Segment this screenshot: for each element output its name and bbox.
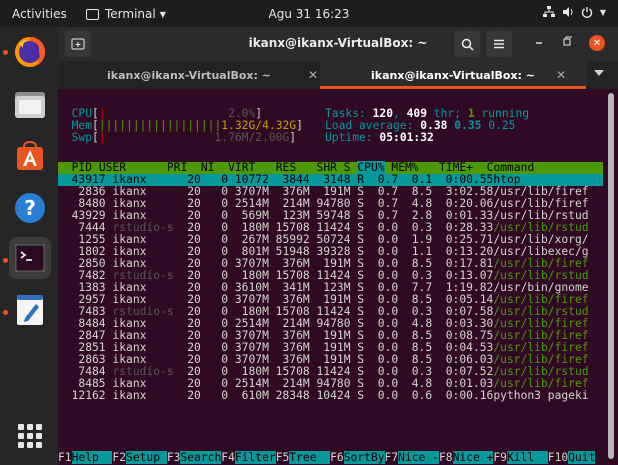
volume-icon bbox=[562, 7, 573, 17]
function-key-bar: F1Help F2Setup F3SearchF4FilterF5Tree F6… bbox=[58, 451, 596, 464]
clock-text: Agu 31 16:23 bbox=[268, 7, 350, 21]
scrollbar[interactable] bbox=[608, 93, 614, 459]
running-indicator bbox=[3, 310, 8, 315]
fkey-label[interactable]: Setup bbox=[126, 451, 167, 464]
dock: ? bbox=[0, 27, 58, 465]
fkey-label[interactable]: Nice - bbox=[398, 451, 439, 464]
fkey-f3[interactable]: F3 bbox=[167, 451, 181, 464]
running-indicator bbox=[3, 50, 8, 55]
tab-2[interactable]: ikanx@ikanx-VirtualBox: ~ ✕ bbox=[320, 61, 586, 89]
terminal-icon bbox=[15, 244, 45, 272]
folder-icon bbox=[15, 92, 45, 118]
show-applications-icon[interactable] bbox=[18, 424, 42, 448]
text-editor-launcher[interactable] bbox=[9, 289, 51, 331]
software-launcher[interactable] bbox=[9, 135, 51, 177]
fkey-label[interactable]: SortBy bbox=[343, 451, 385, 464]
firefox-launcher[interactable] bbox=[9, 31, 51, 73]
tab-label: ikanx@ikanx-VirtualBox: ~ bbox=[107, 69, 271, 82]
fkey-f7[interactable]: F7 bbox=[385, 451, 399, 464]
search-icon bbox=[461, 38, 474, 51]
tab-menu-chevron-icon[interactable] bbox=[594, 70, 604, 76]
cell-res: 28348 bbox=[268, 389, 310, 402]
restore-icon bbox=[563, 36, 572, 46]
fkey-f6[interactable]: F6 bbox=[330, 451, 344, 464]
fkey-label[interactable]: Tree bbox=[289, 451, 331, 464]
htop-terminal[interactable]: CPU[| 2.0%] Mem[||||||||||||||||||1.32G/… bbox=[58, 89, 606, 465]
uptime: Uptime: 05:01:32 bbox=[325, 131, 434, 144]
terminal-launcher[interactable] bbox=[9, 237, 51, 279]
cell-s: S bbox=[350, 389, 365, 402]
fkey-label[interactable]: Quit bbox=[568, 451, 596, 464]
cell-mem: 0.6 bbox=[398, 389, 433, 402]
search-button[interactable] bbox=[454, 31, 480, 57]
terminal-window: ikanx@ikanx-VirtualBox: ~ ✕ ikanx@ikanx-… bbox=[58, 27, 618, 465]
fkey-label[interactable]: Help bbox=[71, 451, 113, 464]
fkey-label[interactable]: Nice + bbox=[452, 451, 494, 464]
tab-label: ikanx@ikanx-VirtualBox: ~ bbox=[371, 69, 535, 82]
software-center-icon bbox=[17, 140, 43, 170]
cell-time: 0:00.16 bbox=[432, 389, 494, 402]
hamburger-icon bbox=[494, 39, 504, 49]
process-row[interactable]: 12162 ikanx 20 0 610M 28348 10424 S 0.0 … bbox=[58, 390, 595, 402]
system-tray[interactable]: ▼ bbox=[542, 6, 606, 18]
menu-button[interactable] bbox=[486, 31, 512, 57]
help-icon: ? bbox=[15, 193, 45, 223]
cell-virt: 610M bbox=[228, 389, 269, 402]
network-icon bbox=[542, 6, 555, 17]
fkey-f8[interactable]: F8 bbox=[439, 451, 453, 464]
close-icon: ✕ bbox=[592, 37, 602, 49]
minimize-button[interactable] bbox=[534, 35, 544, 50]
fkey-label[interactable]: Filter bbox=[234, 451, 276, 464]
cell-pid: 12162 bbox=[58, 389, 106, 402]
close-button[interactable]: ✕ bbox=[589, 35, 605, 51]
minimize-icon bbox=[536, 42, 542, 44]
fkey-f2[interactable]: F2 bbox=[112, 451, 126, 464]
cell-shr: 10424 bbox=[309, 389, 351, 402]
text-editor-icon bbox=[17, 295, 43, 325]
tab-close-icon[interactable]: ✕ bbox=[308, 68, 318, 82]
fkey-f9[interactable]: F9 bbox=[493, 451, 507, 464]
cell-user: ikanx bbox=[105, 389, 181, 402]
fkey-label[interactable]: Kill bbox=[506, 451, 548, 464]
title-bar[interactable]: ikanx@ikanx-VirtualBox: ~ ✕ bbox=[58, 27, 618, 61]
clock[interactable]: Agu 31 16:23 bbox=[0, 7, 618, 21]
power-icon bbox=[581, 7, 592, 18]
fkey-label[interactable]: Search bbox=[180, 451, 222, 464]
tab-1[interactable]: ikanx@ikanx-VirtualBox: ~ ✕ bbox=[58, 61, 320, 89]
tab-bar: ikanx@ikanx-VirtualBox: ~ ✕ ikanx@ikanx-… bbox=[58, 61, 618, 89]
svg-text:?: ? bbox=[24, 196, 36, 220]
top-bar: Activities Terminal ▼ Agu 31 16:23 ▼ bbox=[0, 0, 618, 27]
chevron-down-icon: ▼ bbox=[599, 7, 606, 17]
fkey-f10[interactable]: F10 bbox=[548, 451, 568, 464]
maximize-button[interactable] bbox=[562, 35, 572, 50]
tab-close-icon[interactable]: ✕ bbox=[556, 68, 566, 82]
firefox-icon bbox=[15, 37, 45, 67]
running-indicator bbox=[3, 258, 8, 263]
help-launcher[interactable]: ? bbox=[9, 187, 51, 229]
files-launcher[interactable] bbox=[9, 83, 51, 125]
cell-ni: 0 bbox=[200, 389, 229, 402]
cell-pri: 20 bbox=[180, 389, 201, 402]
swap-meter: Swp[| 1.76M/2.00G] bbox=[71, 131, 297, 144]
cell-cpu: 0.0 bbox=[364, 389, 399, 402]
fkey-f5[interactable]: F5 bbox=[276, 451, 290, 464]
fkey-f4[interactable]: F4 bbox=[221, 451, 235, 464]
fkey-f1[interactable]: F1 bbox=[58, 451, 72, 464]
cell-command: python3 pageki bbox=[493, 389, 596, 402]
